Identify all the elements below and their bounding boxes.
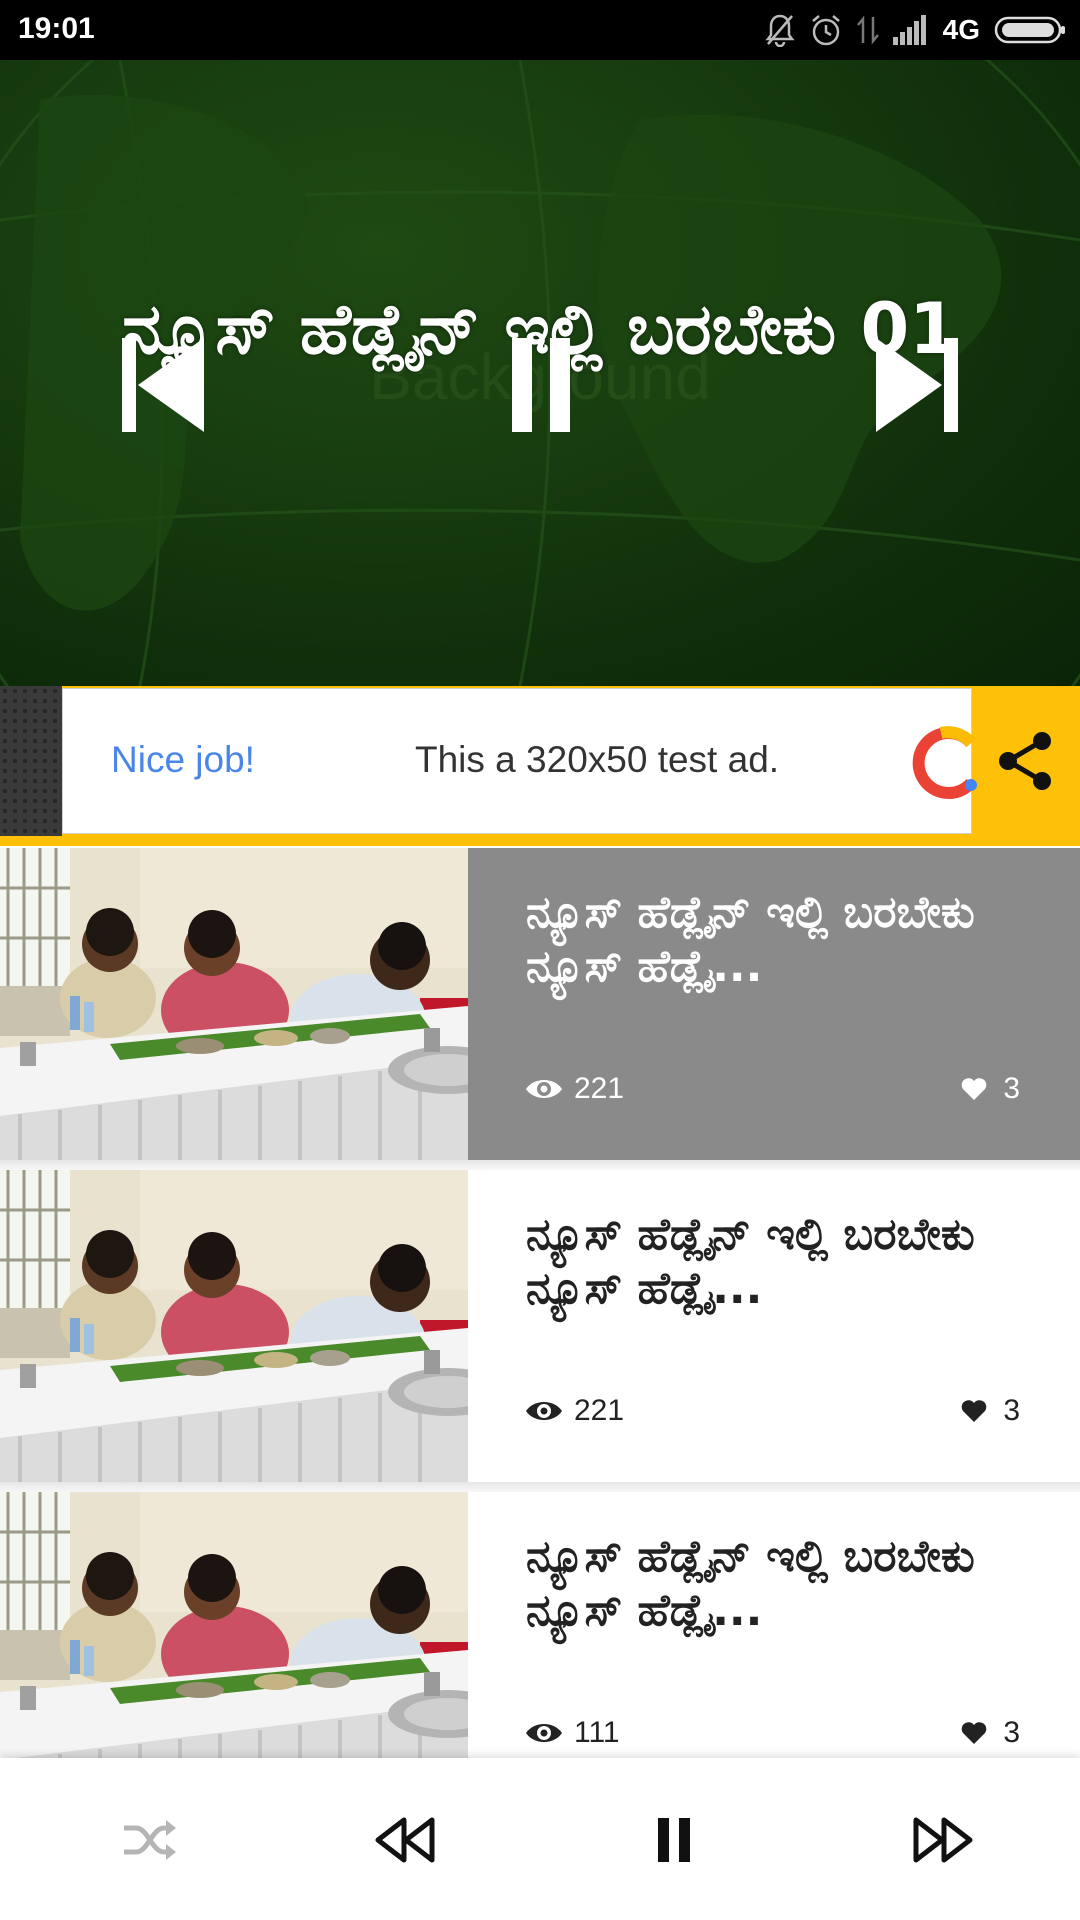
list-divider	[0, 1160, 1080, 1170]
fast-forward-button[interactable]	[902, 1800, 982, 1880]
featured-news-banner[interactable]: Background ನ್ಯೂಸ್ ಹೆಡ್ಲೈನ್ ಇಲ್ಲಿ ಬರಬೇಕು …	[0, 60, 1080, 686]
heart-icon	[962, 1400, 987, 1422]
likes-value: 3	[1003, 1716, 1020, 1749]
news-title: ನ್ಯೂಸ್ ಹೆಡ್ಲೈನ್ ಇಲ್ಲಿ ಬರಬೇಕು ನ್ಯೂಸ್ ಹೆಡ್…	[526, 887, 975, 992]
banner-ad[interactable]: Nice job! This a 320x50 test ad.	[62, 688, 977, 834]
news-item[interactable]: ನ್ಯೂಸ್ ಹೆಡ್ಲೈನ್ ಇಲ್ಲಿ ಬರಬೇಕು ನ್ಯೂಸ್ ಹೆಡ್…	[0, 1170, 1080, 1482]
share-button[interactable]	[972, 686, 1080, 836]
pause-icon	[658, 1818, 690, 1862]
likes-value: 3	[1003, 1394, 1020, 1427]
decorative-pattern	[0, 686, 62, 836]
eye-icon	[526, 1402, 562, 1420]
likes-value: 3	[1003, 1072, 1020, 1105]
likes-count: 3	[961, 1072, 1020, 1106]
ad-bar: Nice job! This a 320x50 test ad.	[0, 686, 1080, 846]
heart-icon	[962, 1722, 987, 1744]
news-item[interactable]: ನ್ಯೂಸ್ ಹೆಡ್ಲೈನ್ ಇಲ್ಲಿ ಬರಬೇಕು ನ್ಯೂಸ್ ಹೆಡ್…	[0, 848, 1080, 1160]
share-icon	[999, 732, 1051, 790]
ad-label: Nice job!	[111, 739, 255, 780]
skip-next-icon[interactable]	[872, 330, 962, 440]
news-info: ನ್ಯೂಸ್ ಹೆಡ್ಲೈನ್ ಇಲ್ಲಿ ಬರಬೇಕು ನ್ಯೂಸ್ ಹೆಡ್…	[468, 1170, 1080, 1482]
alarm-icon	[811, 15, 840, 46]
fast-forward-icon	[913, 1817, 973, 1863]
news-title: ನ್ಯೂಸ್ ಹೆಡ್ಲೈನ್ ಇಲ್ಲಿ ಬರಬೇಕು ನ್ಯೂಸ್ ಹೆಡ್…	[526, 1531, 975, 1636]
data-transfer-icon	[856, 15, 879, 45]
views-value: 111	[574, 1716, 620, 1749]
status-icons: 4G	[765, 10, 1066, 50]
status-time: 19:01	[18, 12, 95, 45]
network-type: 4G	[942, 14, 980, 45]
views-count: 221	[524, 1394, 624, 1428]
audio-player-bar	[0, 1758, 1080, 1920]
views-value: 221	[574, 1072, 625, 1105]
likes-count: 3	[961, 1394, 1020, 1428]
shuffle-button[interactable]	[110, 1800, 190, 1880]
skip-previous-icon[interactable]	[118, 330, 208, 440]
signal-icon	[892, 15, 926, 45]
heart-icon	[962, 1078, 987, 1100]
pause-icon[interactable]	[506, 330, 576, 440]
likes-count: 3	[961, 1716, 1020, 1750]
status-bar: 19:01 4G	[0, 0, 1080, 60]
views-count: 221	[524, 1072, 624, 1106]
rewind-button[interactable]	[366, 1800, 446, 1880]
list-divider	[0, 1482, 1080, 1492]
ad-logo-icon	[912, 726, 977, 799]
news-title: ನ್ಯೂಸ್ ಹೆಡ್ಲೈನ್ ಇಲ್ಲಿ ಬರಬೇಕು ನ್ಯೂಸ್ ಹೆಡ್…	[526, 1209, 975, 1314]
ad-text: This a 320x50 test ad.	[415, 739, 780, 780]
battery-icon	[994, 16, 1065, 44]
rewind-icon	[375, 1817, 435, 1863]
play-pause-button[interactable]	[634, 1800, 714, 1880]
views-count: 111	[524, 1716, 620, 1750]
news-thumbnail	[0, 1170, 468, 1482]
views-value: 221	[574, 1394, 625, 1427]
shuffle-icon	[124, 1820, 176, 1860]
news-thumbnail	[0, 848, 468, 1160]
eye-icon	[526, 1080, 562, 1098]
eye-icon	[526, 1724, 562, 1742]
notifications-off-icon	[765, 14, 795, 47]
news-info: ನ್ಯೂಸ್ ಹೆಡ್ಲೈನ್ ಇಲ್ಲಿ ಬರಬೇಕು ನ್ಯೂಸ್ ಹೆಡ್…	[468, 848, 1080, 1160]
